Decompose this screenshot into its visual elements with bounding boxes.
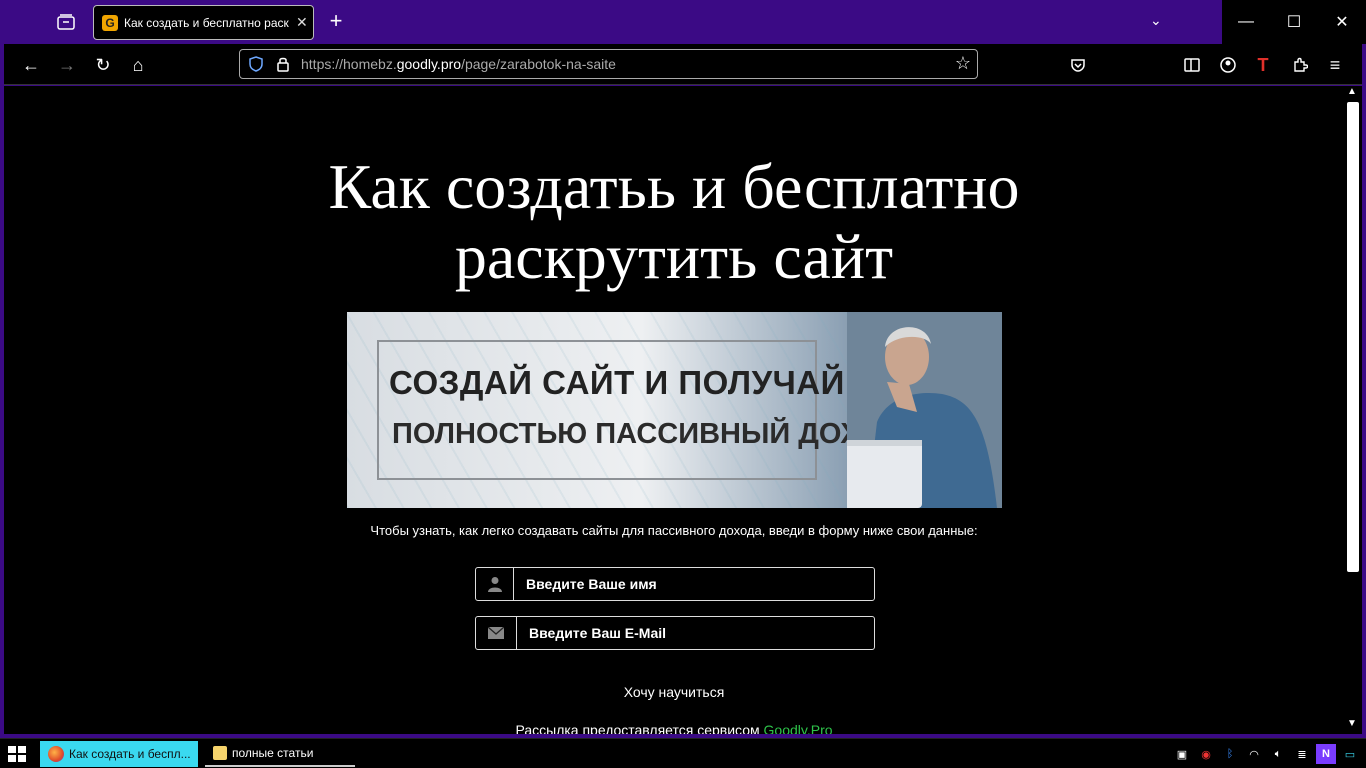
title-bar: G Как создать и бесплатно раск ✕ + ⌄ — ☐… bbox=[0, 0, 1366, 44]
chevron-down-icon[interactable]: ⌄ bbox=[1150, 12, 1162, 29]
taskbar-folder-item[interactable]: полные статьи bbox=[205, 741, 355, 767]
scroll-down-icon[interactable]: ▼ bbox=[1345, 718, 1359, 732]
maximize-button[interactable]: ☐ bbox=[1270, 0, 1318, 44]
bookmark-star-icon[interactable]: ☆ bbox=[955, 53, 971, 74]
tab-list-button[interactable] bbox=[52, 10, 80, 34]
footer-note: Рассылка предоставляется сервисом Goodly… bbox=[4, 722, 1344, 734]
minimize-button[interactable]: — bbox=[1222, 0, 1270, 44]
name-field[interactable]: Введите Ваше имя bbox=[475, 567, 875, 601]
page-content: Как создатьь и бесплатно раскрутить сайт… bbox=[4, 86, 1362, 734]
forward-button[interactable]: → bbox=[54, 52, 80, 78]
goodly-link[interactable]: Goodly.Pro bbox=[764, 722, 833, 734]
name-input-placeholder[interactable]: Введите Ваше имя bbox=[514, 576, 657, 592]
tab-title: Как создать и бесплатно раск bbox=[124, 15, 289, 30]
page-headline: Как создатьь и бесплатно раскрутить сайт bbox=[4, 152, 1344, 292]
envelope-icon bbox=[476, 617, 517, 649]
banner-frame bbox=[377, 340, 817, 480]
submit-button[interactable]: Хочу научиться bbox=[4, 684, 1344, 700]
back-button[interactable]: ← bbox=[18, 52, 44, 78]
headline-line-2: раскрутить сайт bbox=[454, 221, 894, 292]
banner-subheadline: ПОЛНОСТЬЮ ПАССИВНЫЙ ДОХОД bbox=[392, 418, 902, 450]
folder-icon bbox=[213, 746, 227, 760]
email-input-placeholder[interactable]: Введите Ваш E-Mail bbox=[517, 625, 666, 641]
close-window-button[interactable]: ✕ bbox=[1318, 0, 1366, 44]
address-bar[interactable]: https://homebz.goodly.pro/page/zarabotok… bbox=[239, 49, 978, 79]
headline-line-1: Как создатьь и бесплатно bbox=[328, 151, 1020, 222]
banner-headline: СОЗДАЙ САЙТ И ПОЛУЧАЙ bbox=[389, 364, 845, 401]
tray-n-icon[interactable]: N bbox=[1316, 744, 1336, 764]
navigation-toolbar: ← → ↻ ⌂ https://homebz.goodly.pro/page/z… bbox=[4, 44, 1362, 85]
new-tab-button[interactable]: + bbox=[324, 10, 348, 34]
tray-screen-icon[interactable]: ▣ bbox=[1172, 744, 1192, 764]
vertical-scrollbar[interactable]: ▲ ▼ bbox=[1344, 86, 1360, 734]
scroll-thumb[interactable] bbox=[1347, 102, 1359, 572]
taskbar-folder-label: полные статьи bbox=[232, 746, 314, 760]
account-icon[interactable] bbox=[1215, 52, 1241, 78]
user-icon bbox=[476, 568, 514, 600]
windows-start-icon[interactable] bbox=[8, 746, 26, 762]
url-text: https://homebz.goodly.pro/page/zarabotok… bbox=[301, 56, 616, 72]
window-controls: — ☐ ✕ bbox=[1222, 0, 1366, 44]
shield-icon[interactable] bbox=[249, 56, 263, 72]
system-tray: ▣ ◉ ᛒ ◠ 🔈︎ ≣ N ▭ bbox=[1172, 742, 1366, 766]
reader-sidebar-icon[interactable] bbox=[1179, 52, 1205, 78]
extensions-puzzle-icon[interactable] bbox=[1287, 52, 1313, 78]
browser-window: G Как создать и бесплатно раск ✕ + ⌄ — ☐… bbox=[0, 0, 1366, 768]
man-at-laptop-image bbox=[847, 312, 1002, 508]
email-field[interactable]: Введите Ваш E-Mail bbox=[475, 616, 875, 650]
reload-button[interactable]: ↻ bbox=[90, 52, 116, 78]
pocket-icon[interactable] bbox=[1065, 52, 1091, 78]
form-intro-text: Чтобы узнать, как легко создавать сайты … bbox=[370, 523, 978, 538]
windows-taskbar: Как создать и беспл... полные статьи ▣ ◉… bbox=[0, 738, 1366, 768]
tab-list-icon bbox=[57, 14, 75, 30]
taskbar-firefox-item[interactable]: Как создать и беспл... bbox=[40, 741, 198, 767]
footer-text: Рассылка предоставляется сервисом bbox=[515, 722, 764, 734]
home-button[interactable]: ⌂ bbox=[125, 52, 151, 78]
site-favicon-icon: G bbox=[102, 14, 118, 31]
extension-t-icon[interactable]: T bbox=[1250, 52, 1276, 78]
notifications-icon[interactable]: ▭ bbox=[1340, 744, 1360, 764]
tray-antivirus-icon[interactable]: ◉ bbox=[1196, 744, 1216, 764]
taskbar-firefox-label: Как создать и беспл... bbox=[69, 747, 191, 761]
wifi-icon[interactable]: ◠ bbox=[1244, 744, 1264, 764]
tab-close-icon[interactable]: ✕ bbox=[296, 14, 308, 31]
scroll-up-icon[interactable]: ▲ bbox=[1345, 86, 1359, 100]
lock-icon[interactable] bbox=[277, 56, 289, 72]
menu-hamburger-icon[interactable]: ≡ bbox=[1322, 52, 1348, 78]
bluetooth-icon[interactable]: ᛒ bbox=[1220, 744, 1240, 764]
promo-banner: СОЗДАЙ САЙТ И ПОЛУЧАЙ ПОЛНОСТЬЮ ПАССИВНЫ… bbox=[347, 312, 1002, 508]
active-tab[interactable]: G Как создать и бесплатно раск ✕ bbox=[93, 5, 314, 40]
tray-app-icon[interactable]: ≣ bbox=[1292, 744, 1312, 764]
firefox-icon bbox=[48, 746, 64, 762]
volume-icon[interactable]: 🔈︎ bbox=[1268, 744, 1288, 764]
